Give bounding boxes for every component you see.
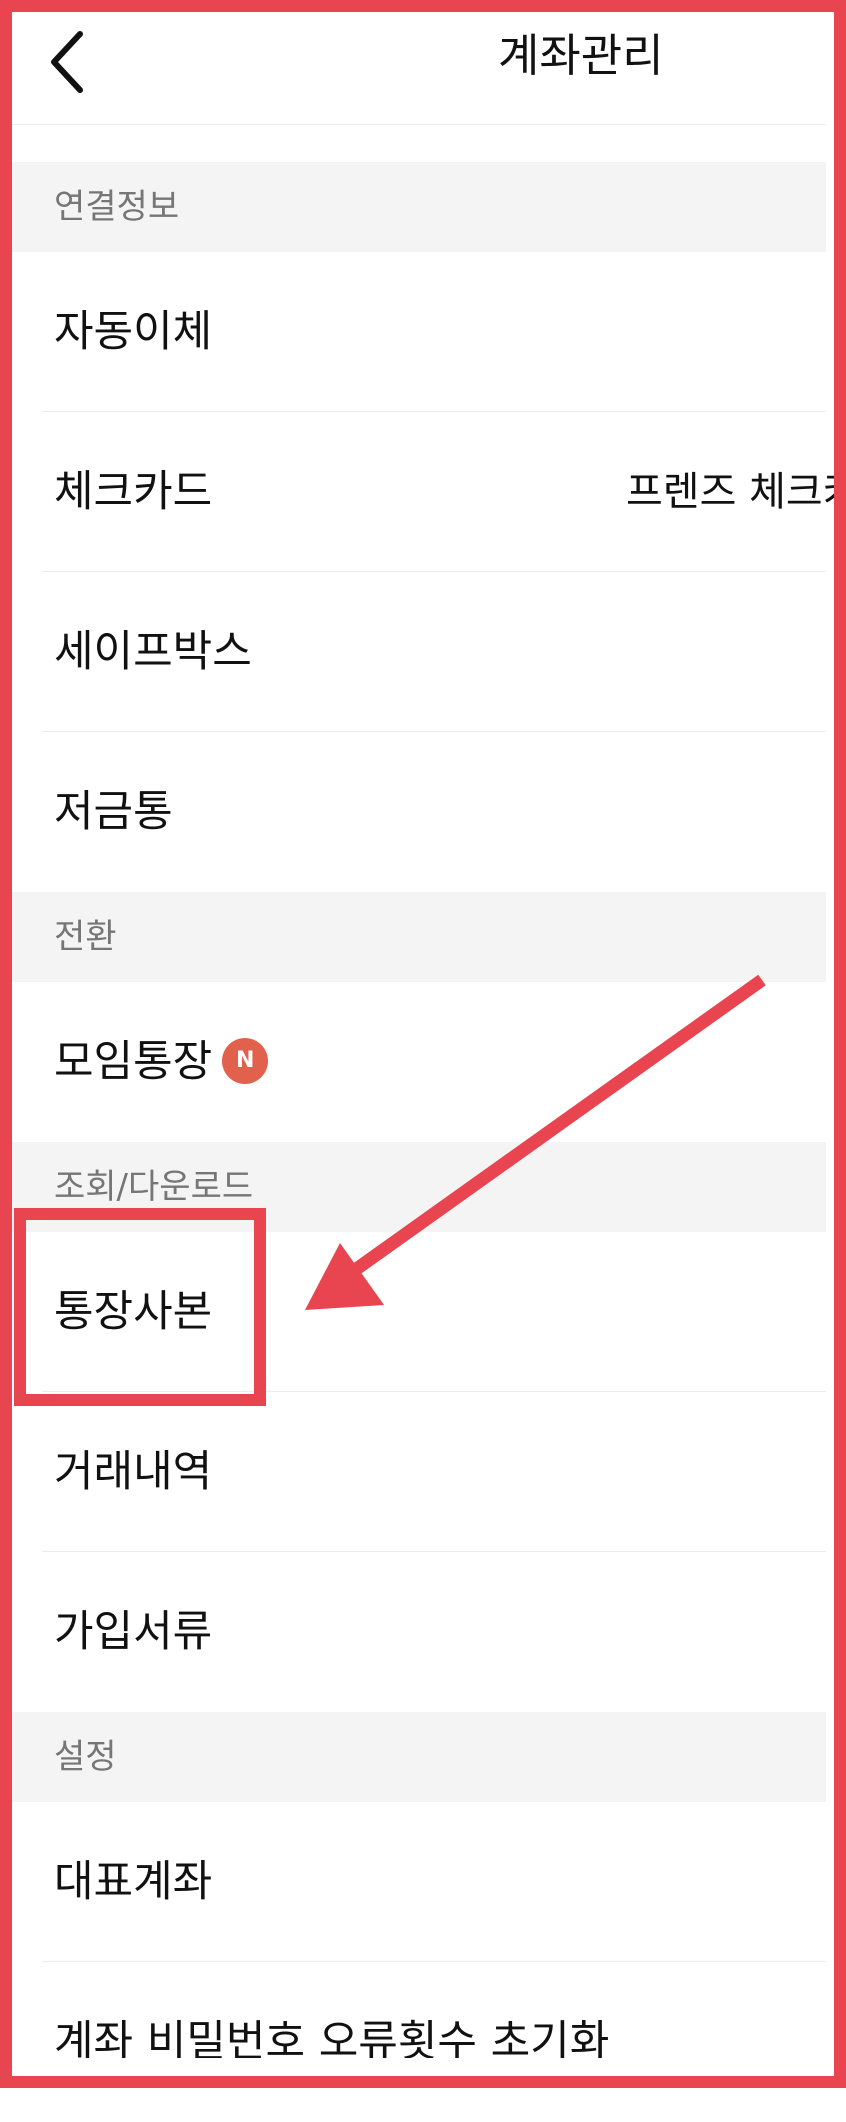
chevron-left-icon	[51, 31, 83, 93]
menu-item-piggy-bank[interactable]: 저금통	[0, 732, 826, 892]
menu-item-label: 가입서류	[54, 1607, 213, 1657]
new-badge: N	[222, 1037, 269, 1084]
bottom-clip	[0, 2058, 846, 2088]
menu-item-label: 체크카드	[54, 467, 213, 517]
back-button[interactable]	[40, 22, 110, 102]
menu-item-label: 모임통장	[54, 1037, 213, 1087]
menu-item-signup-documents[interactable]: 가입서류	[0, 1552, 826, 1712]
check-card-name: 프렌즈 체크카	[626, 469, 846, 515]
menu-item-primary-account[interactable]: 대표계좌	[0, 1802, 826, 1962]
menu-item-group-account[interactable]: 모임통장 N	[0, 982, 826, 1142]
settings-list: 연결정보 자동이체 체크카드 프렌즈 체크카 세이프박스 저금통 전환 모임통장 N…	[0, 162, 846, 2122]
menu-item-safe-box[interactable]: 세이프박스	[0, 572, 826, 732]
menu-item-label: 통장사본	[54, 1287, 213, 1337]
app-header: 계좌관리	[0, 0, 826, 125]
menu-item-reset-password-errors[interactable]: 계좌 비밀번호 오류횟수 초기화	[0, 1962, 826, 2122]
section-header-convert: 전환	[0, 892, 826, 982]
section-header-settings: 설정	[0, 1712, 826, 1802]
menu-item-transaction-history[interactable]: 거래내역	[0, 1392, 826, 1552]
menu-item-label: 대표계좌	[54, 1857, 213, 1907]
section-header-linked-info: 연결정보	[0, 162, 826, 252]
page-title: 계좌관리	[498, 29, 664, 82]
menu-item-label: 저금통	[54, 787, 173, 837]
menu-item-account-copy[interactable]: 통장사본	[0, 1232, 826, 1392]
menu-item-label: 세이프박스	[54, 627, 252, 677]
menu-item-label: 자동이체	[54, 307, 213, 357]
menu-item-check-card[interactable]: 체크카드 프렌즈 체크카	[0, 412, 846, 572]
section-header-view-download: 조회/다운로드	[0, 1142, 826, 1232]
menu-item-auto-transfer[interactable]: 자동이체	[0, 252, 826, 412]
menu-item-label: 거래내역	[54, 1447, 213, 1497]
